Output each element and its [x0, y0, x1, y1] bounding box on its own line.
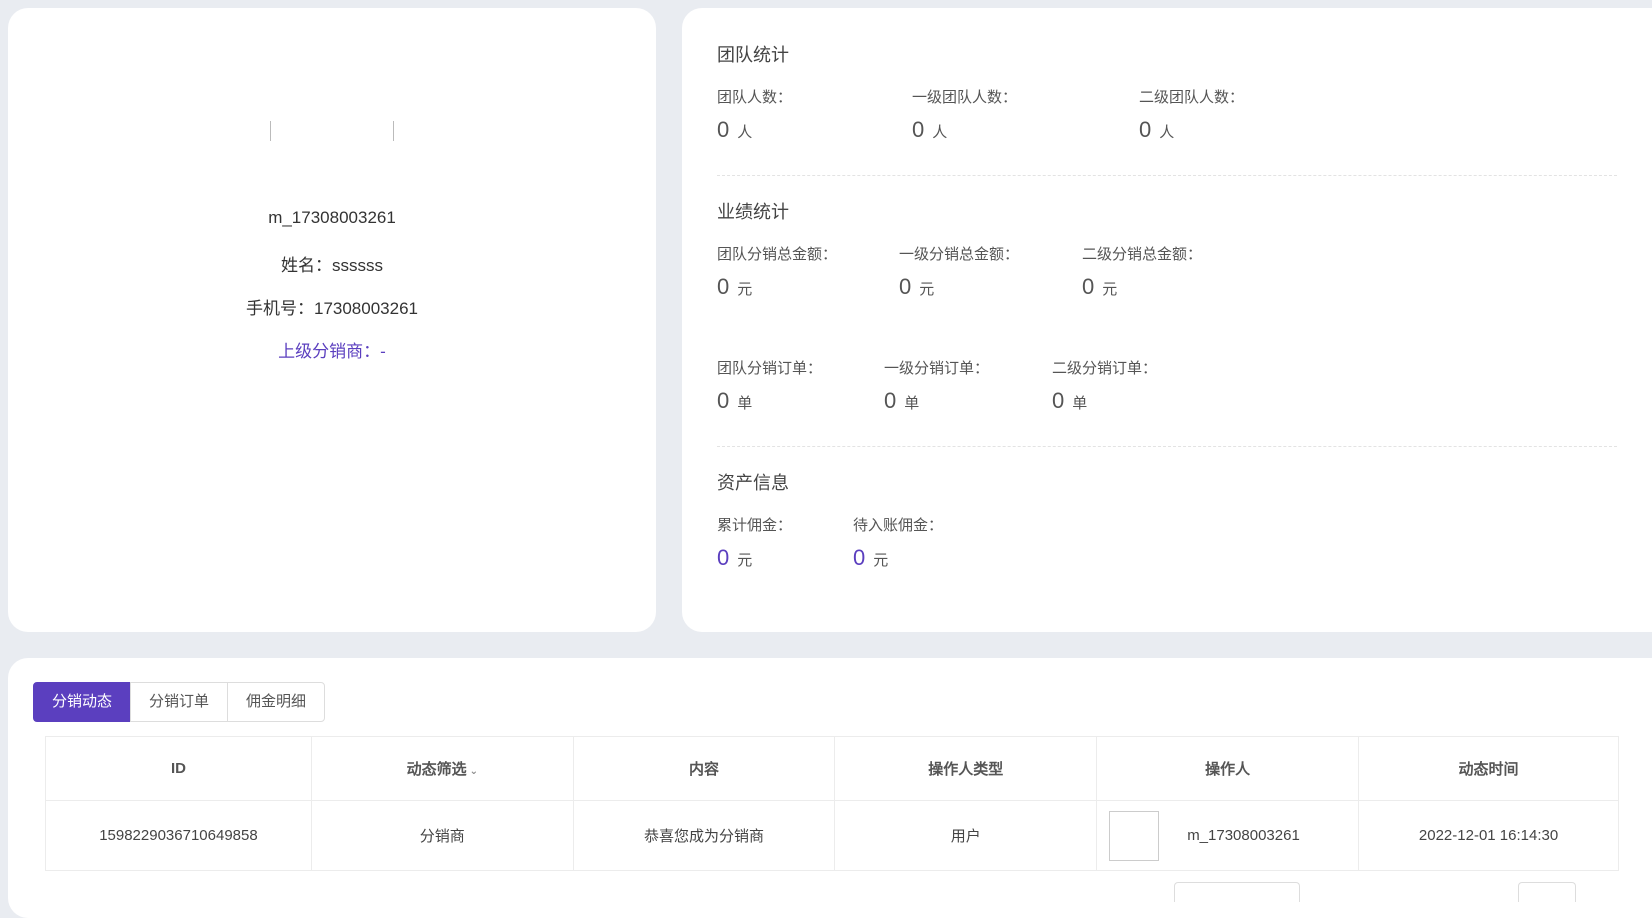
stat-value: 0: [884, 388, 897, 413]
page-jump-input[interactable]: [1518, 882, 1576, 902]
cell-filter: 分销商: [310, 800, 574, 871]
column-header-operator-type: 操作人类型: [834, 736, 1098, 801]
activity-table: ID 动态筛选 ⌄ 内容 操作人类型 操作人 动态时间 1598229036710…: [45, 736, 1619, 871]
profile-superior[interactable]: 上级分销商：-: [8, 337, 656, 362]
level2-amount-stat: 二级分销总金额： 0元: [1082, 243, 1202, 300]
stat-value: 0: [717, 117, 730, 142]
cell-time: 2022-12-01 16:14:30: [1358, 800, 1619, 871]
stat-value: 0: [853, 545, 866, 570]
cell-operator: m_17308003261: [1096, 800, 1360, 871]
stat-unit: 人: [932, 124, 948, 141]
level2-team-count-stat: 二级团队人数： 0人: [1139, 86, 1244, 143]
operator-name: m_17308003261: [1187, 827, 1300, 844]
divider: [717, 175, 1617, 176]
stat-label: 待入账佣金：: [853, 517, 944, 534]
stat-label: 二级分销订单：: [1052, 360, 1158, 377]
stat-unit: 单: [737, 395, 753, 412]
stat-unit: 单: [904, 395, 920, 412]
column-header-id: ID: [45, 736, 312, 801]
tab-commission-details[interactable]: 佣金明细: [227, 682, 326, 722]
table-row: 1598229036710649858 分销商 恭喜您成为分销商 用户 m_17…: [45, 800, 1619, 871]
column-header-operator: 操作人: [1096, 736, 1360, 801]
team-count-stat: 团队人数： 0人: [717, 86, 792, 143]
column-header-content: 内容: [572, 736, 836, 801]
table-header-row: ID 动态筛选 ⌄ 内容 操作人类型 操作人 动态时间: [45, 736, 1619, 801]
stat-label: 累计佣金：: [717, 517, 793, 534]
level1-orders-stat: 一级分销订单： 0单: [884, 357, 989, 414]
level1-amount-stat: 一级分销总金额： 0元: [899, 243, 1019, 300]
divider: [717, 446, 1617, 447]
activity-card: 分销动态 分销订单 佣金明细 ID 动态筛选 ⌄ 内容 操作人类型 操作人 动态时…: [8, 658, 1652, 918]
operator-avatar: [1109, 810, 1160, 861]
stat-label: 团队分销订单：: [717, 360, 823, 377]
stat-label: 团队人数：: [717, 89, 793, 106]
stat-value: 0: [899, 274, 912, 299]
stat-value: 0: [717, 274, 730, 299]
stat-value: 0: [912, 117, 925, 142]
level2-orders-stat: 二级分销订单： 0单: [1052, 357, 1157, 414]
avatar-placeholder: [280, 48, 384, 208]
total-commission-stat: 累计佣金： 0元: [717, 514, 792, 571]
tab-bar: 分销动态 分销订单 佣金明细: [33, 682, 326, 722]
tab-distribution-orders[interactable]: 分销订单: [130, 682, 229, 722]
stat-value: 0: [717, 388, 730, 413]
team-amount-stat: 团队分销总金额： 0元: [717, 243, 837, 300]
stat-value: 0: [1052, 388, 1065, 413]
team-orders-stat: 团队分销订单： 0单: [717, 357, 822, 414]
stat-unit: 元: [919, 281, 935, 298]
performance-stats-title: 业绩统计: [717, 202, 789, 222]
stat-label: 二级分销总金额：: [1082, 246, 1203, 263]
stat-unit: 人: [1159, 124, 1175, 141]
column-header-filter[interactable]: 动态筛选 ⌄: [310, 736, 574, 801]
stat-label: 一级分销总金额：: [899, 246, 1020, 263]
profile-username: m_17308003261: [268, 208, 396, 227]
cell-id: 1598229036710649858: [45, 800, 312, 871]
stat-label: 一级分销订单：: [884, 360, 990, 377]
column-header-label: 动态筛选: [406, 761, 467, 778]
stat-unit: 单: [1072, 395, 1088, 412]
stat-label: 二级团队人数：: [1139, 89, 1245, 106]
cell-operator-type: 用户: [834, 800, 1098, 871]
assets-title: 资产信息: [717, 473, 789, 493]
profile-name: 姓名：ssssss: [281, 256, 383, 275]
stat-unit: 元: [1102, 281, 1118, 298]
stat-value: 0: [1139, 117, 1152, 142]
stat-unit: 人: [737, 124, 753, 141]
column-header-time: 动态时间: [1358, 736, 1619, 801]
chevron-down-icon[interactable]: ⌄: [470, 766, 478, 777]
stats-card: 团队统计 团队人数： 0人 一级团队人数： 0人 二级团队人数： 0人 业绩统计…: [682, 8, 1652, 632]
stat-unit: 元: [873, 552, 889, 569]
cell-content: 恭喜您成为分销商: [572, 800, 836, 871]
level1-team-count-stat: 一级团队人数： 0人: [912, 86, 1017, 143]
stat-label: 团队分销总金额：: [717, 246, 838, 263]
pending-commission-stat: 待入账佣金： 0元: [853, 514, 943, 571]
stat-value: 0: [717, 545, 730, 570]
page-size-select[interactable]: [1174, 882, 1300, 902]
stat-unit: 元: [737, 281, 753, 298]
stat-unit: 元: [737, 552, 753, 569]
stat-label: 一级团队人数：: [912, 89, 1018, 106]
stat-value: 0: [1082, 274, 1095, 299]
profile-phone: 手机号：17308003261: [245, 299, 418, 318]
team-stats-title: 团队统计: [717, 45, 789, 65]
profile-card: m_17308003261 姓名：ssssss 手机号：17308003261 …: [8, 8, 656, 632]
tab-distribution-activity[interactable]: 分销动态: [33, 682, 132, 722]
